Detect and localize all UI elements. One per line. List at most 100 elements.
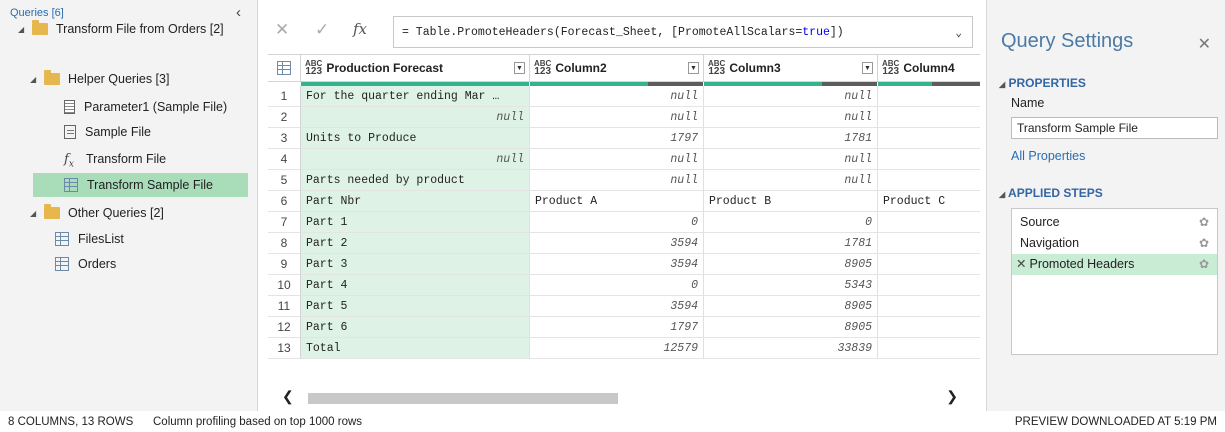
applied-steps-header[interactable]: ◢ APPLIED STEPS xyxy=(999,186,1103,200)
scroll-right-icon[interactable]: ❯ xyxy=(946,388,958,405)
table-cell[interactable]: 0 xyxy=(704,212,878,233)
row-number[interactable]: 12 xyxy=(268,317,301,338)
type-any-icon[interactable]: ABC 123 xyxy=(305,60,322,77)
table-cell[interactable]: 1781 xyxy=(704,128,878,149)
gear-icon[interactable]: ✿ xyxy=(1199,233,1209,254)
row-number[interactable]: 1 xyxy=(268,86,301,107)
table-cell[interactable] xyxy=(878,233,980,254)
row-number[interactable]: 6 xyxy=(268,191,301,212)
table-cell[interactable] xyxy=(878,107,980,128)
table-cell[interactable]: null xyxy=(704,149,878,170)
table-cell[interactable]: Product A xyxy=(530,191,704,212)
tree-item-transform-sample-file[interactable]: Transform Sample File xyxy=(33,173,248,197)
table-cell[interactable]: null xyxy=(530,170,704,191)
chevron-down-icon[interactable]: ⌄ xyxy=(955,26,962,40)
expand-icon[interactable]: ◢ xyxy=(30,75,40,84)
table-cell[interactable]: 1781 xyxy=(704,233,878,254)
table-cell[interactable] xyxy=(878,275,980,296)
table-cell[interactable]: Part 4 xyxy=(301,275,530,296)
table-cell[interactable]: Part 6 xyxy=(301,317,530,338)
status-profiling[interactable]: Column profiling based on top 1000 rows xyxy=(153,416,362,428)
table-cell[interactable]: null xyxy=(301,107,530,128)
table-cell[interactable]: null xyxy=(704,86,878,107)
horizontal-scrollbar[interactable]: ❮ ❯ xyxy=(268,388,980,408)
tree-item-fileslist[interactable]: FilesList xyxy=(55,227,124,251)
tree-item-orders[interactable]: Orders xyxy=(55,252,116,276)
scroll-thumb[interactable] xyxy=(308,393,618,404)
table-cell[interactable]: Units to Produce xyxy=(301,128,530,149)
check-icon[interactable]: ✓ xyxy=(315,20,329,40)
table-cell[interactable]: 3594 xyxy=(530,296,704,317)
close-icon[interactable]: ✕ xyxy=(275,20,289,40)
query-name-input[interactable]: Transform Sample File xyxy=(1011,117,1218,139)
properties-header[interactable]: ◢ PROPERTIES xyxy=(999,76,1086,90)
formula-input[interactable]: = Table.PromoteHeaders(Forecast_Sheet, [… xyxy=(393,16,973,48)
table-cell[interactable]: Part 5 xyxy=(301,296,530,317)
table-cell[interactable]: 12579 xyxy=(530,338,704,359)
expand-icon[interactable]: ◢ xyxy=(18,25,28,34)
table-cell[interactable]: Part 2 xyxy=(301,233,530,254)
table-menu-icon[interactable] xyxy=(268,55,301,82)
table-cell[interactable] xyxy=(878,86,980,107)
table-cell[interactable]: 5343 xyxy=(704,275,878,296)
row-number[interactable]: 13 xyxy=(268,338,301,359)
table-cell[interactable]: 3594 xyxy=(530,233,704,254)
table-cell[interactable]: Total xyxy=(301,338,530,359)
row-number[interactable]: 10 xyxy=(268,275,301,296)
fx-icon[interactable]: fx xyxy=(353,20,367,38)
step-source[interactable]: Source ✿ xyxy=(1012,212,1217,233)
tree-item-parameter1[interactable]: Parameter1 (Sample File) xyxy=(64,95,227,119)
table-cell[interactable]: Part 1 xyxy=(301,212,530,233)
table-cell[interactable] xyxy=(878,296,980,317)
table-cell[interactable] xyxy=(878,317,980,338)
table-cell[interactable]: null xyxy=(530,149,704,170)
gear-icon[interactable]: ✿ xyxy=(1199,212,1209,233)
row-number[interactable]: 9 xyxy=(268,254,301,275)
type-any-icon[interactable]: ABC 123 xyxy=(882,60,899,77)
type-any-icon[interactable]: ABC 123 xyxy=(534,60,551,77)
table-cell[interactable]: Product C xyxy=(878,191,980,212)
table-cell[interactable]: 3594 xyxy=(530,254,704,275)
table-cell[interactable] xyxy=(878,170,980,191)
row-number[interactable]: 5 xyxy=(268,170,301,191)
scroll-left-icon[interactable]: ❮ xyxy=(282,388,294,405)
gear-icon[interactable]: ✿ xyxy=(1199,254,1209,275)
row-number[interactable]: 8 xyxy=(268,233,301,254)
table-cell[interactable]: null xyxy=(704,170,878,191)
all-properties-link[interactable]: All Properties xyxy=(1011,149,1085,163)
row-number[interactable]: 11 xyxy=(268,296,301,317)
table-cell[interactable] xyxy=(878,128,980,149)
tree-group-helper[interactable]: ◢ Helper Queries [3] xyxy=(30,67,169,91)
row-number[interactable]: 7 xyxy=(268,212,301,233)
table-cell[interactable] xyxy=(878,338,980,359)
table-cell[interactable]: Part Nbr xyxy=(301,191,530,212)
filter-dropdown-icon[interactable]: ▼ xyxy=(862,62,873,74)
row-number[interactable]: 3 xyxy=(268,128,301,149)
tree-item-transform-file[interactable]: fx Transform File xyxy=(64,147,166,171)
table-cell[interactable]: null xyxy=(704,107,878,128)
table-cell[interactable]: 1797 xyxy=(530,317,704,338)
table-cell[interactable]: 8905 xyxy=(704,296,878,317)
column-header[interactable]: ABC 123 Production Forecast ▼ xyxy=(301,55,530,82)
tree-group-transform[interactable]: ◢ Transform File from Orders [2] xyxy=(18,17,224,41)
table-cell[interactable] xyxy=(878,254,980,275)
step-navigation[interactable]: Navigation ✿ xyxy=(1012,233,1217,254)
column-header[interactable]: ABC 123 Column2 ▼ xyxy=(530,55,704,82)
table-cell[interactable]: 1797 xyxy=(530,128,704,149)
table-cell[interactable]: 8905 xyxy=(704,254,878,275)
table-cell[interactable]: For the quarter ending Mar … xyxy=(301,86,530,107)
table-cell[interactable]: Parts needed by product xyxy=(301,170,530,191)
table-cell[interactable]: 0 xyxy=(530,212,704,233)
column-header[interactable]: ABC 123 Column3 ▼ xyxy=(704,55,878,82)
close-icon[interactable]: ✕ xyxy=(1198,34,1211,54)
chevron-left-icon[interactable]: ‹ xyxy=(236,4,241,21)
table-cell[interactable]: null xyxy=(530,107,704,128)
table-cell[interactable]: 8905 xyxy=(704,317,878,338)
table-cell[interactable]: 33839 xyxy=(704,338,878,359)
table-cell[interactable]: Product B xyxy=(704,191,878,212)
column-header[interactable]: ABC 123 Column4 xyxy=(878,55,980,82)
table-cell[interactable] xyxy=(878,149,980,170)
filter-dropdown-icon[interactable]: ▼ xyxy=(514,62,525,74)
filter-dropdown-icon[interactable]: ▼ xyxy=(688,62,699,74)
tree-group-other[interactable]: ◢ Other Queries [2] xyxy=(30,201,164,225)
